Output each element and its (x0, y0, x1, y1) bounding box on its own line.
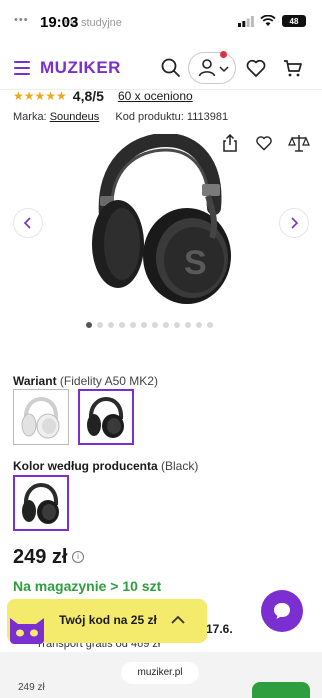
status-time: 19:03 (40, 14, 79, 31)
pagination-dot[interactable] (119, 322, 125, 328)
status-dots: ••• (14, 14, 29, 26)
brand-link[interactable]: Soundeus (50, 111, 100, 123)
svg-text:S: S (184, 244, 207, 282)
pagination-dot[interactable] (196, 322, 202, 328)
pagination-dot[interactable] (185, 322, 191, 328)
chat-icon (274, 603, 290, 619)
info-icon[interactable]: i (72, 551, 84, 563)
rating-count-link[interactable]: 60 x oceniono (118, 89, 193, 103)
rating-stars: ★★★★★ (13, 89, 67, 103)
prev-image-button[interactable] (13, 208, 43, 238)
pagination-dot[interactable] (141, 322, 147, 328)
variant-heading-label: Wariant (13, 374, 57, 388)
hamburger-icon[interactable] (14, 61, 30, 75)
battery-icon: 48 (282, 15, 306, 27)
chevron-left-icon (23, 217, 31, 229)
headphones-black-color-image (22, 482, 59, 524)
search-icon[interactable] (159, 56, 183, 80)
pagination-dot[interactable] (97, 322, 103, 328)
wifi-icon (260, 15, 276, 26)
variant-heading: Wariant (Fidelity A50 MK2) (13, 374, 158, 388)
pagination-dot[interactable] (163, 322, 169, 328)
next-image-button[interactable] (279, 208, 309, 238)
site-header: MUZIKER (0, 46, 322, 90)
color-value: (Black) (161, 459, 199, 473)
chevron-down-icon (219, 66, 229, 73)
chat-button[interactable] (261, 590, 303, 632)
user-icon (198, 59, 216, 77)
color-heading-label: Kolor według producenta (13, 459, 158, 473)
pagination-dot[interactable] (174, 322, 180, 328)
product-rating: ★★★★★ 4,8/5 60 x oceniono (13, 88, 193, 104)
headphones-white-image (21, 396, 60, 439)
image-pagination (86, 322, 213, 328)
site-logo[interactable]: MUZIKER (40, 58, 121, 78)
product-meta: Marka: Soundeus Kod produktu: 1113981 (13, 111, 228, 123)
heart-icon[interactable] (244, 56, 268, 80)
add-to-cart-peek[interactable] (252, 682, 310, 698)
color-thumb-black[interactable] (13, 475, 69, 531)
cart-icon[interactable] (281, 56, 305, 80)
delivery-date: 17.6. (206, 622, 233, 636)
brand-label: Marka: (13, 111, 47, 123)
product-code: 1113981 (186, 111, 229, 123)
mascot-icon (10, 618, 44, 644)
wishlist-heart-icon[interactable] (254, 133, 274, 153)
product-price: 249 zł (13, 546, 68, 568)
pagination-dot[interactable] (207, 322, 213, 328)
color-heading: Kolor według producenta (Black) (13, 459, 198, 473)
chevron-right-icon (291, 217, 299, 229)
compare-icon[interactable] (288, 133, 310, 153)
signal-icon (238, 15, 254, 27)
bottom-price-peek: 249 zł (18, 682, 45, 693)
stock-status: Na magazynie > 10 szt (13, 578, 162, 594)
variant-value: (Fidelity A50 MK2) (59, 374, 158, 388)
product-code-label: Kod produktu: (115, 111, 184, 123)
rating-score: 4,8/5 (72, 88, 104, 104)
url-bar[interactable]: muziker.pl (121, 662, 199, 684)
status-bar: ••• wki studyjne 19:03 48 (0, 0, 322, 46)
pagination-dot[interactable] (152, 322, 158, 328)
product-image-headphones: S (92, 134, 231, 304)
notification-dot (220, 51, 227, 58)
pagination-dot[interactable] (108, 322, 114, 328)
headphones-black-image (87, 396, 124, 438)
user-account-button[interactable] (188, 51, 236, 84)
variant-thumb-black[interactable] (78, 389, 134, 445)
promo-text: Twój kod na 25 zł (59, 613, 157, 627)
chevron-up-icon[interactable] (170, 615, 186, 625)
variant-thumb-white[interactable] (13, 389, 69, 445)
pagination-dot[interactable] (130, 322, 136, 328)
pagination-dot[interactable] (86, 322, 92, 328)
